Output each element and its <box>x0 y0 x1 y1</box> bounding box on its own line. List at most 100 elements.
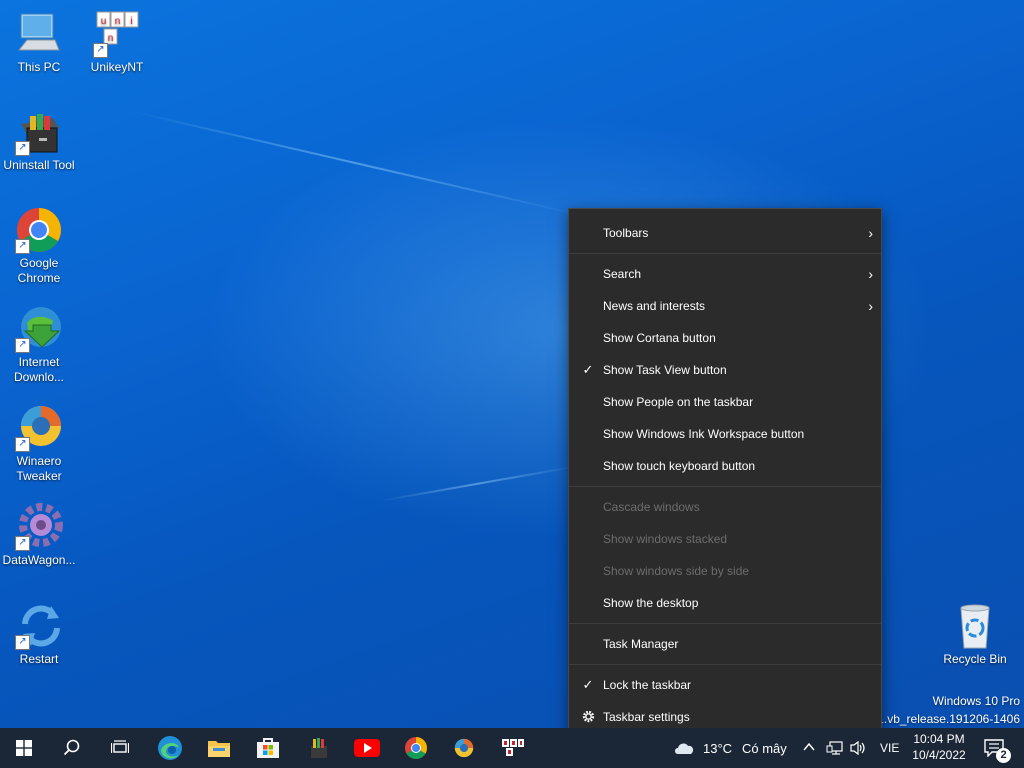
menu-separator <box>569 253 881 254</box>
show-hidden-icons-button[interactable] <box>802 740 818 756</box>
menu-item-label: Search <box>603 267 642 281</box>
icon-label: Uninstall Tool <box>3 158 75 172</box>
taskbar-microsoft-store[interactable] <box>244 728 292 768</box>
desktop-icon-restart[interactable]: ↗ Restart <box>0 602 78 667</box>
watermark-line-1: Windows 10 Pro <box>932 694 1020 708</box>
chrome-icon <box>405 737 427 759</box>
menu-item-label: Lock the taskbar <box>603 678 692 692</box>
menu-item-toolbars[interactable]: Toolbars › <box>569 219 881 247</box>
shortcut-arrow-icon: ↗ <box>15 437 30 452</box>
winaero-tweaker-icon <box>454 738 474 758</box>
volume-button[interactable] <box>849 740 867 756</box>
icon-label: Recycle Bin <box>943 652 1007 666</box>
taskbar-winaero-tweaker[interactable] <box>440 728 488 768</box>
taskbar-youtube[interactable] <box>343 728 391 768</box>
weather-widget[interactable]: 13°C Có mây <box>672 728 794 768</box>
shortcut-arrow-icon: ↗ <box>15 338 30 353</box>
icon-label: Internet Downlo... <box>13 355 65 384</box>
search-button[interactable] <box>48 728 96 768</box>
search-icon <box>63 739 80 756</box>
icon-label: Google Chrome <box>17 256 61 285</box>
checkmark-icon: ✓ <box>582 362 594 377</box>
gear-icon <box>580 703 596 731</box>
unikey-icon <box>502 739 524 756</box>
svg-text:n: n <box>108 33 114 44</box>
menu-item-show-windows-side-by-side: Show windows side by side <box>569 557 881 585</box>
taskbar-uninstall-tool[interactable] <box>294 728 342 768</box>
cloud-icon <box>675 743 694 754</box>
menu-item-lock-the-taskbar[interactable]: ✓ Lock the taskbar <box>569 671 881 699</box>
chevron-right-icon: › <box>868 266 873 282</box>
menu-item-show-cortana-button[interactable]: Show Cortana button <box>569 324 881 352</box>
watermark-line-2: 41.vb_release.191206-1406 <box>870 712 1020 726</box>
icon-label: Restart <box>19 652 59 666</box>
desktop-icon-datawagon[interactable]: ↗ DataWagon... <box>0 503 78 568</box>
unikey-icon: u n i n ↗ <box>93 10 141 58</box>
desktop-icon-winaero-tweaker[interactable]: ↗ Winaero Tweaker <box>0 404 78 484</box>
menu-item-task-manager[interactable]: Task Manager <box>569 630 881 658</box>
desktop-icon-google-chrome[interactable]: ↗ Google Chrome <box>0 206 78 286</box>
clock-time: 10:04 PM <box>913 732 965 746</box>
menu-item-label: Taskbar settings <box>603 710 690 724</box>
taskbar[interactable]: 13°C Có mây VIE 10:04 PM 10/4/2022 2 <box>0 728 1024 768</box>
menu-separator <box>569 623 881 624</box>
svg-text:n: n <box>115 16 121 27</box>
desktop-icon-this-pc[interactable]: This PC <box>0 10 78 75</box>
menu-item-label: Task Manager <box>603 637 679 651</box>
menu-item-show-task-view-button[interactable]: ✓ Show Task View button <box>569 356 881 384</box>
this-pc-icon <box>15 10 63 58</box>
taskbar-context-menu: Toolbars › Search › News and interests ›… <box>568 208 882 744</box>
store-icon <box>257 738 279 758</box>
menu-item-show-windows-stacked: Show windows stacked <box>569 525 881 553</box>
menu-item-label: Show windows stacked <box>603 532 728 546</box>
menu-item-show-the-desktop[interactable]: Show the desktop <box>569 589 881 617</box>
menu-item-label: Show Windows Ink Workspace button <box>603 427 805 441</box>
svg-text:u: u <box>101 16 107 27</box>
menu-item-news-and-interests[interactable]: News and interests › <box>569 292 881 320</box>
desktop-icon-unikeynt[interactable]: u n i n ↗ UnikeyNT <box>78 10 156 75</box>
taskbar-google-chrome[interactable] <box>392 728 440 768</box>
shortcut-arrow-icon: ↗ <box>15 239 30 254</box>
youtube-icon <box>354 739 380 757</box>
checkmark-icon: ✓ <box>582 677 594 692</box>
clock[interactable]: 10:04 PM 10/4/2022 <box>906 731 972 765</box>
icon-label: DataWagon... <box>2 553 76 567</box>
task-view-icon <box>111 740 129 753</box>
datawagon-gear-icon: ↗ <box>15 503 63 551</box>
taskbar-edge[interactable] <box>146 728 194 768</box>
menu-item-show-people[interactable]: Show People on the taskbar <box>569 388 881 416</box>
weather-condition: Có mây <box>742 741 787 756</box>
taskbar-unikey[interactable] <box>489 728 537 768</box>
shortcut-arrow-icon: ↗ <box>15 536 30 551</box>
icon-label: Winaero Tweaker <box>16 454 62 483</box>
network-icon <box>826 741 843 755</box>
winaero-tweaker-icon: ↗ <box>15 404 63 452</box>
clock-date: 10/4/2022 <box>912 748 966 762</box>
weather-temperature: 13°C <box>703 741 733 756</box>
desktop-icon-uninstall-tool[interactable]: ↗ Uninstall Tool <box>0 108 78 173</box>
start-button[interactable] <box>0 728 48 768</box>
menu-item-taskbar-settings[interactable]: Taskbar settings <box>569 703 881 731</box>
desktop-icon-internet-download-manager[interactable]: ↗ Internet Downlo... <box>0 305 78 385</box>
windows-logo-icon <box>16 740 32 756</box>
input-language-indicator[interactable]: VIE <box>880 741 899 755</box>
desktop-icon-recycle-bin[interactable]: Recycle Bin <box>936 602 1014 667</box>
task-view-button[interactable] <box>96 728 144 768</box>
menu-item-search[interactable]: Search › <box>569 260 881 288</box>
chevron-up-icon <box>803 742 815 751</box>
shortcut-arrow-icon: ↗ <box>15 635 30 650</box>
icon-label: This PC <box>17 60 61 74</box>
svg-text:i: i <box>130 16 132 27</box>
action-center-button[interactable]: 2 <box>978 728 1024 768</box>
menu-item-label: Toolbars <box>603 226 649 240</box>
menu-item-label: News and interests <box>603 299 706 313</box>
menu-item-show-touch-keyboard[interactable]: Show touch keyboard button <box>569 452 881 480</box>
network-button[interactable] <box>826 740 844 756</box>
taskbar-file-explorer[interactable] <box>195 728 243 768</box>
restart-arrows-icon: ↗ <box>15 602 63 650</box>
menu-item-show-ink-workspace[interactable]: Show Windows Ink Workspace button <box>569 420 881 448</box>
menu-separator <box>569 486 881 487</box>
icon-label: UnikeyNT <box>90 60 144 74</box>
chevron-right-icon: › <box>868 298 873 314</box>
shortcut-arrow-icon: ↗ <box>15 141 30 156</box>
